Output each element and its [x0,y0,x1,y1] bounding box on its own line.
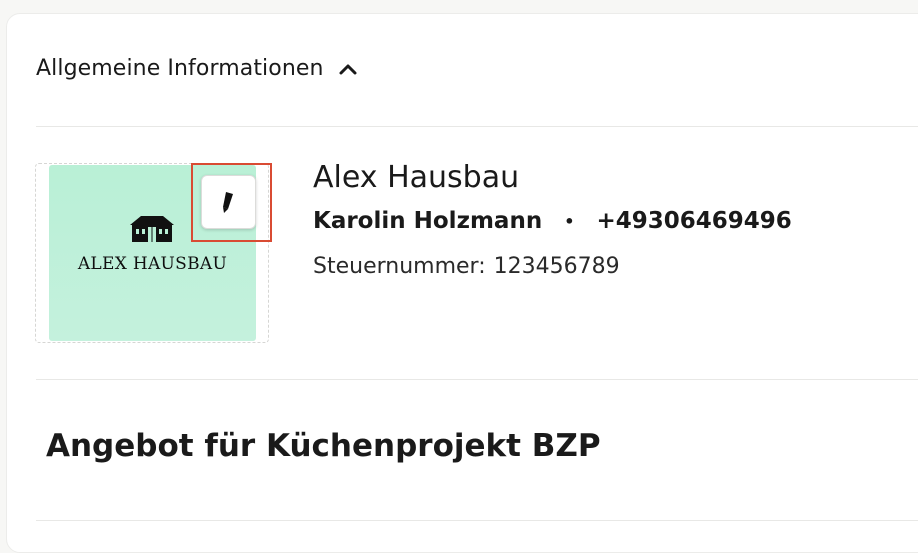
tax-number: 123456789 [493,254,620,279]
house-logo-icon [130,216,174,242]
chevron-up-icon [339,64,357,74]
separator-dot: • [564,211,575,231]
divider [36,520,918,521]
offer-title[interactable]: Angebot für Küchenprojekt BZP [46,428,601,464]
company-name: Alex Hausbau [313,160,520,195]
section-toggle[interactable]: Allgemeine Informationen [36,56,358,81]
pencil-icon [222,192,233,213]
divider [36,379,918,380]
edit-logo-button[interactable] [201,175,256,229]
tax-label: Steuernummer: [313,254,486,279]
logo-text: ALEX HAUSBAU [77,254,228,274]
contact-line: Karolin Holzmann • +49306469496 [313,208,792,234]
tax-number-line: Steuernummer: 123456789 [313,254,620,279]
contact-person: Karolin Holzmann [313,208,543,234]
phone-number[interactable]: +49306469496 [596,208,791,234]
section-title: Allgemeine Informationen [36,56,324,81]
divider [36,126,918,127]
